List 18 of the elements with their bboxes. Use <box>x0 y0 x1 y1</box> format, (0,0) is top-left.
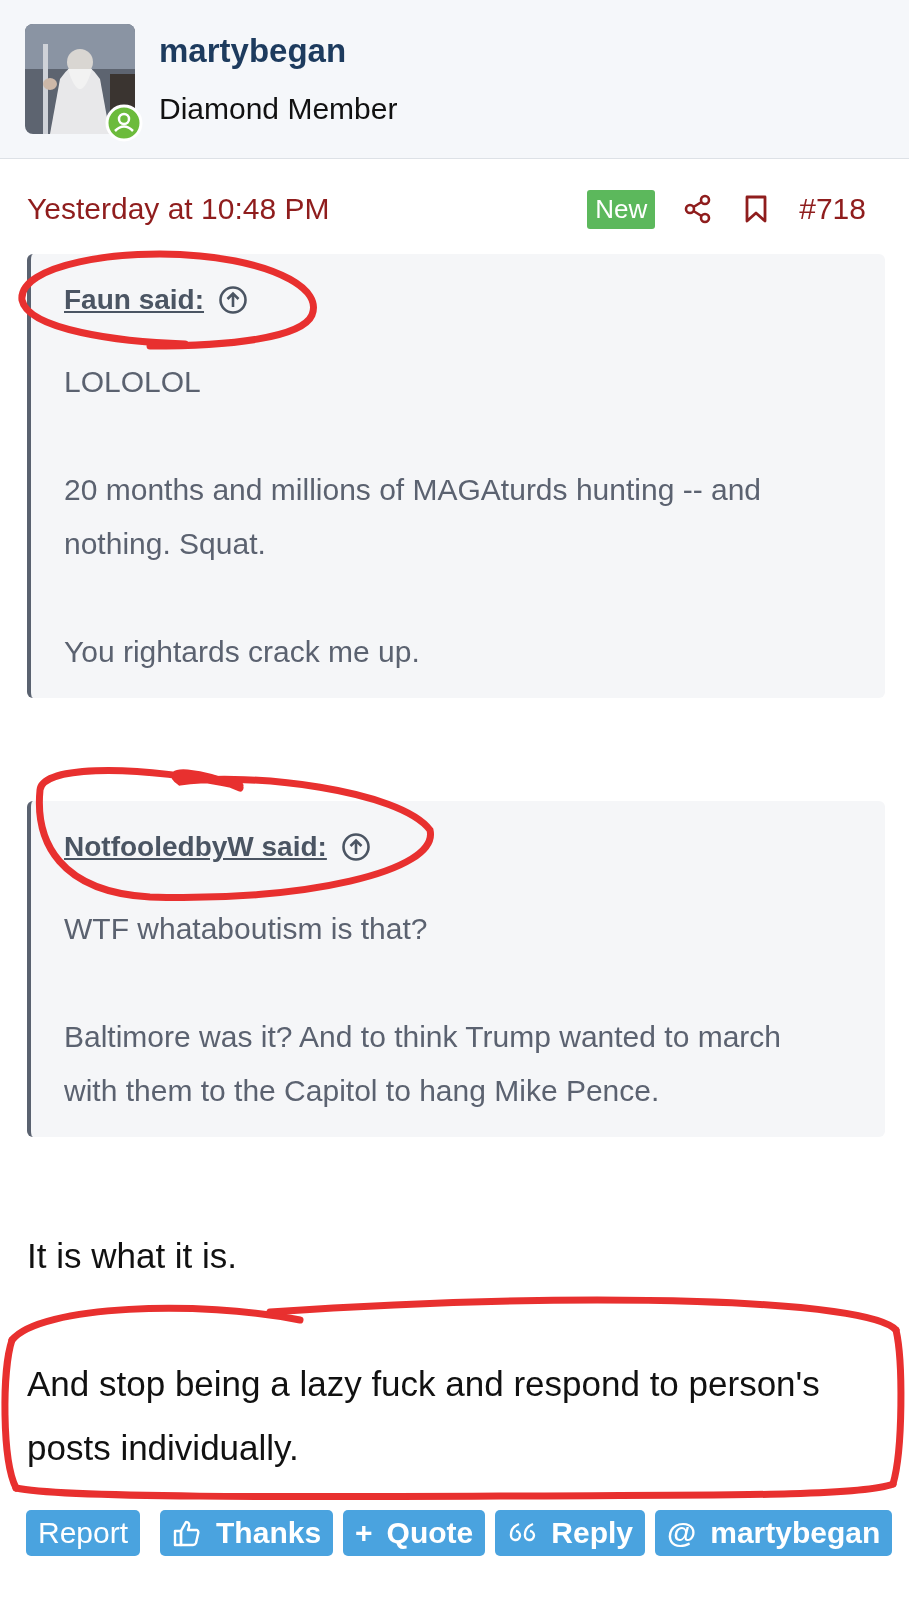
quote-author-link[interactable]: NotfooledbyW said: <box>64 831 327 863</box>
post-number[interactable]: #718 <box>799 192 866 226</box>
online-status-icon <box>105 104 143 142</box>
thumbs-up-icon <box>172 1518 203 1548</box>
quote-text: 20 months and millions of MAGAturds hunting -- and nothing. Squat. <box>64 472 763 562</box>
user-title: Diamond Member <box>159 92 398 126</box>
quote-text: You rightards crack me up. <box>64 634 421 670</box>
quote-author-link[interactable]: Faun said: <box>64 284 204 316</box>
arrow-up-icon[interactable] <box>218 285 248 315</box>
post-date[interactable]: Yesterday at 10:48 PM <box>27 192 588 226</box>
quote-text: WTF whataboutism is that? <box>64 911 429 947</box>
new-badge: New <box>587 189 656 229</box>
arrow-up-icon[interactable] <box>340 832 371 862</box>
quote-text: Baltimore was it? And to think Trump wanted to march with them to the Capitol to hang Mike Pence. <box>64 1019 782 1109</box>
username[interactable]: martybegan <box>159 32 398 70</box>
post-text: It is what it is. <box>27 1235 239 1277</box>
post-text: And stop being a lazy fuck and respond to person's posts individually. <box>27 1363 821 1469</box>
quote-text: LOLOLOL <box>64 364 202 400</box>
